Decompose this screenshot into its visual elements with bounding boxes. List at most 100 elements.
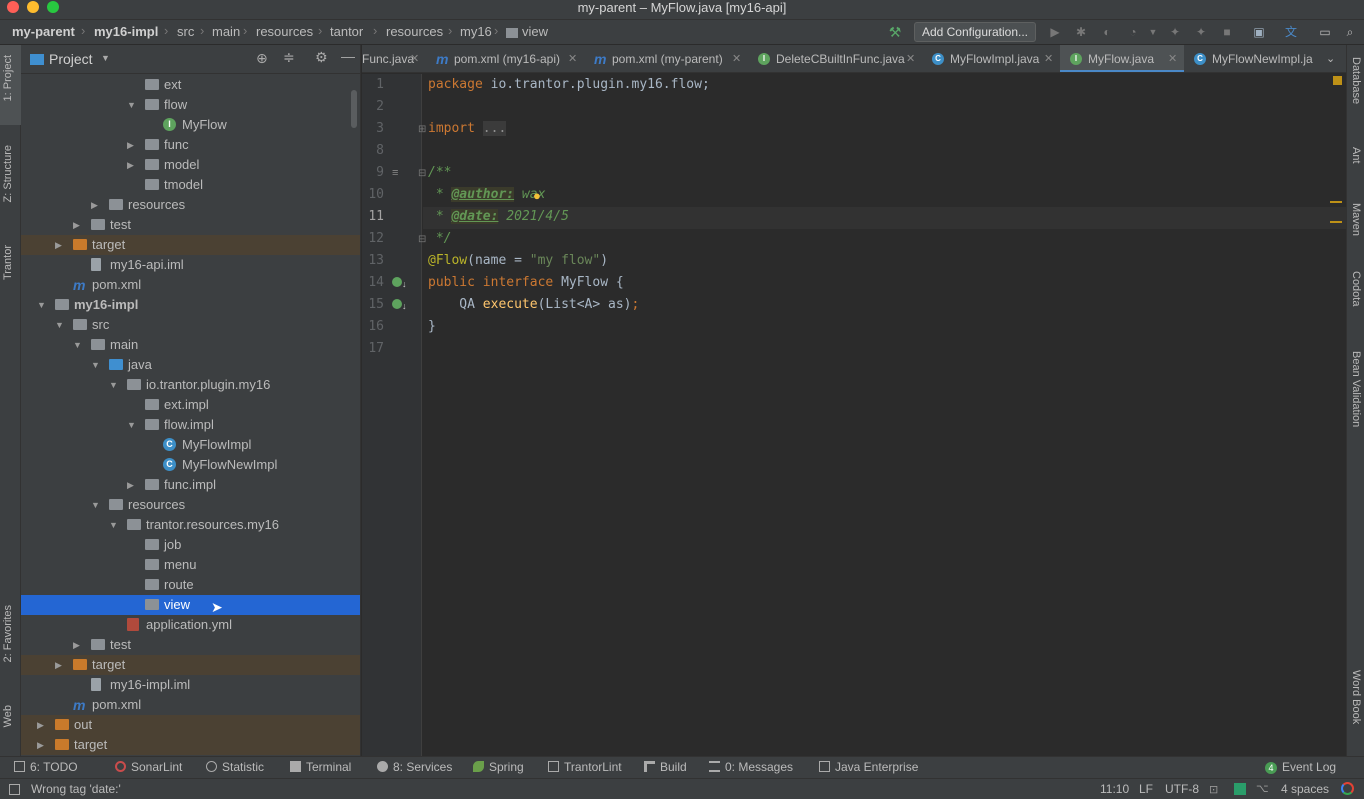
tree-item[interactable]: ▶ test — [21, 215, 360, 235]
folded-imports[interactable]: ... — [482, 121, 507, 136]
indent-setting[interactable]: 4 spaces — [1281, 782, 1329, 796]
tree-item[interactable]: ▶ target — [21, 655, 360, 675]
collapse-arrow-icon[interactable]: ▶ — [91, 195, 101, 215]
breadcrumb-tantor[interactable]: tantor — [330, 24, 363, 39]
close-tab-icon[interactable]: ✕ — [568, 45, 577, 72]
tool-tab-web[interactable]: Web — [2, 705, 14, 727]
tree-item[interactable]: C MyFlowImpl — [21, 435, 360, 455]
file-encoding[interactable]: UTF-8 — [1165, 782, 1199, 796]
code-editor[interactable]: 1 2 3 8 9 10 11 12 13 14 15 16 17 ≡ ⊞ ⊟ … — [362, 74, 1346, 756]
tree-item[interactable]: route — [21, 575, 360, 595]
tree-item[interactable]: view ➤ — [21, 595, 360, 615]
warning-stripe-marker[interactable] — [1330, 221, 1342, 223]
breadcrumb-main[interactable]: main — [212, 24, 240, 39]
inspection-warning-icon[interactable] — [1333, 76, 1342, 85]
tree-item[interactable]: m pom.xml — [21, 695, 360, 715]
breadcrumb-module[interactable]: my16-impl — [94, 24, 158, 39]
expand-arrow-icon[interactable]: ▼ — [109, 375, 119, 395]
tree-item[interactable]: ▼ trantor.resources.my16 — [21, 515, 360, 535]
caret-position[interactable]: 11:10 — [1100, 782, 1129, 796]
collapse-arrow-icon[interactable]: ▶ — [55, 655, 65, 675]
tree-item[interactable]: ▶ resources — [21, 195, 360, 215]
trantorlint-tool[interactable]: TrantorLint — [548, 760, 622, 774]
tree-item[interactable]: ▼ io.trantor.plugin.my16 — [21, 375, 360, 395]
tool-tab-bean-validation[interactable]: Bean Validation — [1350, 351, 1362, 427]
collapse-arrow-icon[interactable]: ▶ — [127, 155, 137, 175]
tree-item[interactable]: C MyFlowNewImpl — [21, 455, 360, 475]
lightbulb-icon[interactable]: ● — [533, 188, 541, 203]
tool-tab-word-book[interactable]: Word Book — [1350, 670, 1362, 724]
build-hammer-icon[interactable]: ⚒ — [888, 25, 902, 39]
tree-item[interactable]: application.yml — [21, 615, 360, 635]
close-tab-icon[interactable]: ✕ — [1044, 45, 1053, 72]
hide-panel-icon[interactable]: — — [341, 48, 355, 64]
editor-tab[interactable]: C MyFlowImpl.java ✕ — [922, 45, 1060, 72]
collapse-arrow-icon[interactable]: ▶ — [73, 215, 83, 235]
tree-item[interactable]: ▶ target — [21, 235, 360, 255]
locate-icon[interactable]: ⊕ — [256, 50, 268, 67]
attach-icon[interactable]: ✦ — [1168, 25, 1182, 39]
warning-stripe-marker[interactable] — [1330, 201, 1342, 203]
tree-item[interactable]: ext.impl — [21, 395, 360, 415]
expand-arrow-icon[interactable]: ▼ — [73, 335, 83, 355]
tree-item[interactable]: ▶ func.impl — [21, 475, 360, 495]
todo-tool[interactable]: 6: TODO — [14, 760, 78, 774]
tree-item[interactable]: ▼ my16-impl — [21, 295, 360, 315]
chevron-down-icon[interactable]: ▼ — [101, 53, 110, 63]
implemented-gutter-icon[interactable] — [392, 277, 402, 287]
close-tab-icon[interactable]: ✕ — [732, 45, 741, 72]
lock-icon[interactable]: ⊡ — [1209, 783, 1218, 796]
tool-tab-codota[interactable]: Codota — [1350, 271, 1362, 306]
statistic-tool[interactable]: Statistic — [206, 760, 264, 774]
tree-item[interactable]: ▼ resources — [21, 495, 360, 515]
tabs-overflow-icon[interactable]: ⌄ — [1326, 45, 1335, 72]
tool-tab-maven[interactable]: Maven — [1350, 203, 1362, 236]
editor-tab[interactable]: Func.java ✕ — [362, 45, 426, 72]
breadcrumb-my16[interactable]: my16 — [460, 24, 492, 39]
tree-item[interactable]: ▶ func — [21, 135, 360, 155]
presentation-icon[interactable]: ▭ — [1318, 25, 1332, 39]
terminal-tool[interactable]: Terminal — [290, 760, 351, 774]
tree-item[interactable]: my16-impl.iml — [21, 675, 360, 695]
tree-item[interactable]: ▶ target — [21, 735, 360, 755]
messages-tool[interactable]: 0: Messages — [709, 760, 793, 774]
editor-tab[interactable]: I MyFlow.java ✕ — [1060, 45, 1184, 72]
tree-item[interactable]: tmodel — [21, 175, 360, 195]
run-icon[interactable]: ▶ — [1048, 25, 1062, 39]
project-structure-icon[interactable]: ▣ — [1252, 25, 1266, 39]
tree-item[interactable]: ▼ java — [21, 355, 360, 375]
minimize-window-icon[interactable] — [27, 1, 39, 13]
spring-tool[interactable]: Spring — [473, 760, 524, 774]
editor-tab[interactable]: I DeleteCBuiltInFunc.java ✕ — [748, 45, 922, 72]
build-tool[interactable]: Build — [644, 760, 687, 774]
expand-arrow-icon[interactable]: ▼ — [127, 95, 137, 115]
collapse-arrow-icon[interactable]: ▶ — [127, 135, 137, 155]
project-panel-title[interactable]: Project — [49, 51, 93, 67]
tool-tab-favorites[interactable]: 2: Favorites — [2, 605, 14, 662]
maximize-window-icon[interactable] — [47, 1, 59, 13]
tree-item[interactable]: ▶ test — [21, 635, 360, 655]
tree-item[interactable]: ▼ flow — [21, 95, 360, 115]
plugin-status-icon[interactable] — [1234, 783, 1246, 795]
collapse-arrow-icon[interactable]: ▶ — [73, 635, 83, 655]
breadcrumb-project[interactable]: my-parent — [12, 24, 75, 39]
fold-marker-icon[interactable]: ⊟ — [418, 168, 426, 179]
close-tab-icon[interactable]: ✕ — [410, 45, 419, 72]
expand-arrow-icon[interactable]: ▼ — [37, 295, 47, 315]
profile-icon[interactable]: ◔ — [1126, 25, 1140, 39]
expand-arrow-icon[interactable]: ▼ — [91, 495, 101, 515]
expand-arrow-icon[interactable]: ▼ — [55, 315, 65, 335]
add-configuration-button[interactable]: Add Configuration... — [914, 22, 1036, 42]
editor-tab[interactable]: C MyFlowNewImpl.ja — [1184, 45, 1334, 72]
tree-item[interactable]: ▶ model — [21, 155, 360, 175]
java-enterprise-tool[interactable]: Java Enterprise — [819, 760, 918, 774]
tree-item[interactable]: I MyFlow — [21, 115, 360, 135]
chevron-down-icon[interactable]: ▼ — [1146, 25, 1160, 39]
breadcrumb-view[interactable]: view — [522, 24, 548, 39]
editor-tab[interactable]: m pom.xml (my16-api) ✕ — [426, 45, 584, 72]
gear-icon[interactable]: ⚙ — [315, 49, 328, 66]
google-icon[interactable] — [1341, 782, 1354, 795]
tree-item[interactable]: ▶ out — [21, 715, 360, 735]
sonarlint-tool[interactable]: SonarLint — [115, 760, 182, 774]
expand-arrow-icon[interactable]: ▼ — [109, 515, 119, 535]
